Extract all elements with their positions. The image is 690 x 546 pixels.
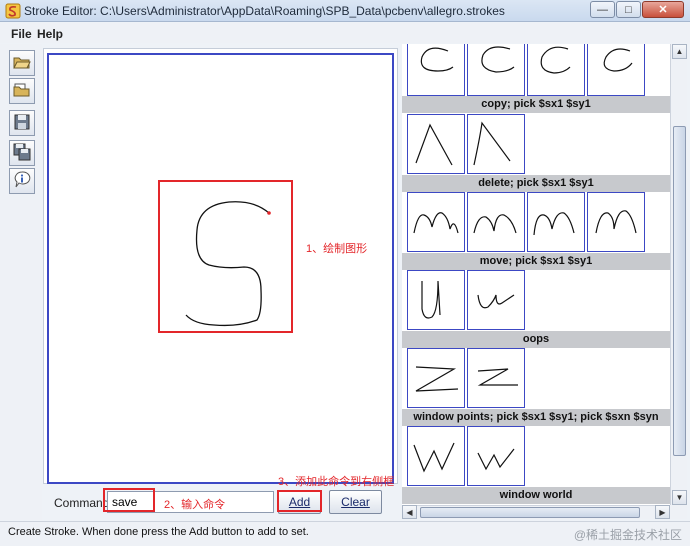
watermark: @稀土掘金技术社区	[573, 528, 682, 542]
gesture-list: copy; pick $sx1 $sy1 delete; pick $sx1 $…	[402, 44, 670, 516]
app-icon	[5, 3, 21, 19]
gesture-label: copy; pick $sx1 $sy1	[402, 96, 670, 113]
annotation-step2: 2、输入命令	[164, 499, 226, 511]
gesture-label: move; pick $sx1 $sy1	[402, 253, 670, 270]
scroll-up-arrow[interactable]: ▲	[672, 44, 687, 59]
save-button[interactable]	[9, 110, 35, 136]
clear-button[interactable]: Clear	[329, 490, 382, 514]
gesture-thumbnail[interactable]	[467, 44, 525, 96]
minimize-button[interactable]: —	[590, 1, 615, 18]
maximize-button[interactable]: □	[616, 1, 641, 18]
save-as-button[interactable]	[9, 140, 35, 166]
status-text: Create Stroke. When done press the Add b…	[8, 526, 309, 538]
gesture-label: oops	[402, 331, 670, 348]
info-icon	[13, 170, 31, 192]
open-button[interactable]	[9, 50, 35, 76]
scroll-right-arrow[interactable]: ▶	[655, 505, 670, 519]
info-button[interactable]	[9, 168, 35, 194]
horizontal-scroll-thumb[interactable]	[420, 507, 640, 518]
scroll-left-arrow[interactable]: ◀	[402, 505, 417, 519]
gesture-label: delete; pick $sx1 $sy1	[402, 175, 670, 192]
gesture-thumbnail[interactable]	[527, 44, 585, 96]
command-input-highlight	[103, 488, 155, 512]
gesture-thumbnail[interactable]	[527, 192, 585, 252]
annotation-step1: 1、绘制图形	[306, 243, 368, 255]
menu-file[interactable]: File	[11, 27, 32, 41]
open-folder-button[interactable]	[9, 78, 35, 104]
window-titlebar: Stroke Editor: C:\Users\Administrator\Ap…	[0, 0, 690, 22]
window-title: Stroke Editor: C:\Users\Administrator\Ap…	[24, 4, 505, 18]
scroll-corner	[670, 505, 687, 519]
gesture-thumbnail[interactable]	[407, 426, 465, 486]
vertical-scroll-thumb[interactable]	[673, 126, 686, 456]
gesture-thumbnail[interactable]	[467, 114, 525, 174]
scroll-down-arrow[interactable]: ▼	[672, 490, 687, 505]
folder-icon	[13, 82, 31, 101]
menu-bar: File Help	[0, 23, 690, 43]
menu-help[interactable]: Help	[37, 27, 63, 41]
gesture-thumbnail[interactable]	[467, 426, 525, 486]
gesture-thumbnail[interactable]	[467, 348, 525, 408]
gesture-thumbnail[interactable]	[467, 270, 525, 330]
gesture-thumbnail[interactable]	[407, 44, 465, 96]
gesture-thumbnail[interactable]	[467, 192, 525, 252]
close-button[interactable]: ✕	[642, 1, 684, 18]
save-icon	[14, 114, 30, 133]
add-button-highlight	[277, 490, 322, 512]
vertical-scrollbar[interactable]: ▲ ▼	[670, 44, 687, 505]
folder-open-icon	[13, 54, 31, 73]
gesture-thumbnail[interactable]	[587, 44, 645, 96]
left-toolbar	[0, 44, 42, 520]
horizontal-scrollbar[interactable]: ◀ ▶	[402, 505, 670, 519]
drawn-shape-highlight	[158, 180, 293, 333]
gesture-thumbnail[interactable]	[407, 348, 465, 408]
gesture-thumbnail[interactable]	[407, 114, 465, 174]
annotation-step3: 3、添加此命令到右侧框	[278, 476, 395, 488]
gesture-thumbnail[interactable]	[587, 192, 645, 252]
gesture-thumbnail[interactable]	[407, 270, 465, 330]
save-as-icon	[13, 143, 31, 164]
gesture-label: window points; pick $sx1 $sy1; pick $sxn…	[402, 409, 670, 426]
gesture-label: window world	[402, 487, 670, 504]
status-bar: Create Stroke. When done press the Add b…	[0, 521, 690, 546]
gesture-thumbnail[interactable]	[407, 192, 465, 252]
